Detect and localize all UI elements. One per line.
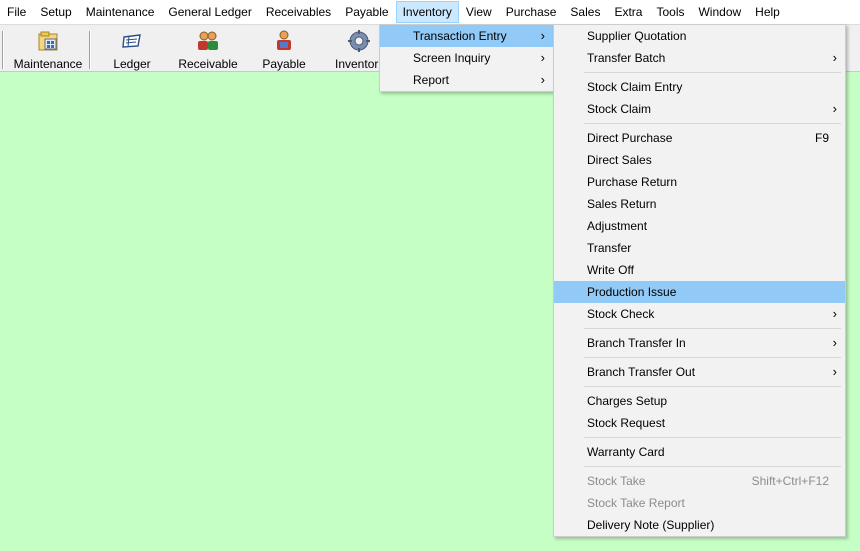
- receivable-icon: [198, 31, 218, 50]
- menu-item-label: Supplier Quotation: [587, 29, 687, 43]
- menu-view[interactable]: View: [459, 1, 499, 23]
- menu-separator: [554, 325, 845, 332]
- inventory-gear-icon: [348, 30, 370, 52]
- menu-bar: File Setup Maintenance General Ledger Re…: [0, 0, 860, 24]
- menu-item-shortcut: F9: [814, 131, 829, 145]
- toolbar-ledger-button[interactable]: Ledger: [100, 29, 164, 71]
- menu-item-write-off[interactable]: Write Off: [554, 259, 845, 281]
- menu-item-label: Delivery Note (Supplier): [587, 518, 715, 532]
- menu-item-shortcut: Shift+Ctrl+F12: [751, 474, 829, 488]
- menu-item-screen-inquiry[interactable]: Screen Inquiry ›: [380, 47, 553, 69]
- menu-inventory[interactable]: Inventory: [395, 1, 459, 23]
- menu-item-label: Transaction Entry: [413, 29, 507, 43]
- menu-item-stock-request[interactable]: Stock Request: [554, 412, 845, 434]
- menu-separator: [554, 434, 845, 441]
- menu-item-adjustment[interactable]: Adjustment: [554, 215, 845, 237]
- menu-item-label: Transfer: [587, 241, 632, 255]
- menu-item-label: Stock Request: [587, 416, 666, 430]
- transaction-entry-submenu: Supplier Quotation Transfer Batch › Stoc…: [553, 24, 846, 537]
- menu-window[interactable]: Window: [691, 1, 748, 23]
- toolbar-receivable-button[interactable]: Receivable: [174, 29, 242, 71]
- menu-item-label: Write Off: [587, 263, 634, 277]
- menu-item-label: Sales Return: [587, 197, 657, 211]
- menu-item-label: Direct Purchase: [587, 131, 673, 145]
- menu-separator: [554, 383, 845, 390]
- chevron-right-icon: ›: [832, 364, 837, 379]
- menu-item-production-issue[interactable]: Production Issue: [554, 281, 845, 303]
- menu-item-label: Production Issue: [587, 285, 677, 299]
- menu-separator: [554, 69, 845, 76]
- toolbar-payable-button[interactable]: Payable: [254, 29, 314, 71]
- menu-item-transaction-entry[interactable]: Transaction Entry ›: [380, 25, 553, 47]
- menu-item-branch-transfer-out[interactable]: Branch Transfer Out ›: [554, 361, 845, 383]
- menu-item-label: Warranty Card: [587, 445, 665, 459]
- toolbar-maintenance-label: Maintenance: [13, 57, 83, 71]
- menu-item-purchase-return[interactable]: Purchase Return: [554, 171, 845, 193]
- toolbar-grip[interactable]: [2, 31, 4, 69]
- menu-item-stock-take-report: Stock Take Report: [554, 492, 845, 514]
- menu-general-ledger[interactable]: General Ledger: [161, 1, 258, 23]
- toolbar-ledger-label: Ledger: [113, 57, 151, 71]
- menu-item-label: Stock Take: [587, 474, 646, 488]
- menu-tools[interactable]: Tools: [649, 1, 691, 23]
- menu-item-direct-purchase[interactable]: Direct Purchase F9: [554, 127, 845, 149]
- menu-item-label: Stock Claim: [587, 102, 652, 116]
- menu-maintenance[interactable]: Maintenance: [79, 1, 162, 23]
- menu-item-warranty-card[interactable]: Warranty Card: [554, 441, 845, 463]
- menu-item-branch-transfer-in[interactable]: Branch Transfer In ›: [554, 332, 845, 354]
- menu-extra[interactable]: Extra: [607, 1, 649, 23]
- toolbar-receivable-label: Receivable: [178, 57, 238, 71]
- menu-item-label: Screen Inquiry: [413, 51, 491, 65]
- menu-item-label: Branch Transfer In: [587, 336, 686, 350]
- toolbar-inventory-button[interactable]: Inventor: [330, 29, 380, 71]
- maintenance-icon: [38, 31, 58, 51]
- toolbar-inventory-label: Inventor: [335, 57, 379, 71]
- menu-item-label: Charges Setup: [587, 394, 668, 408]
- menu-separator: [554, 354, 845, 361]
- menu-item-stock-check[interactable]: Stock Check ›: [554, 303, 845, 325]
- menu-payable[interactable]: Payable: [338, 1, 395, 23]
- menu-item-label: Transfer Batch: [587, 51, 666, 65]
- menu-item-charges-setup[interactable]: Charges Setup: [554, 390, 845, 412]
- chevron-right-icon: ›: [540, 50, 545, 65]
- menu-item-stock-take: Stock Take Shift+Ctrl+F12: [554, 470, 845, 492]
- menu-item-label: Branch Transfer Out: [587, 365, 696, 379]
- menu-item-sales-return[interactable]: Sales Return: [554, 193, 845, 215]
- chevron-right-icon: ›: [540, 28, 545, 43]
- chevron-right-icon: ›: [832, 335, 837, 350]
- menu-sales[interactable]: Sales: [563, 1, 607, 23]
- menu-item-label: Direct Sales: [587, 153, 652, 167]
- menu-item-report[interactable]: Report ›: [380, 69, 553, 91]
- chevron-right-icon: ›: [540, 72, 545, 87]
- menu-item-supplier-quotation[interactable]: Supplier Quotation: [554, 25, 845, 47]
- menu-item-direct-sales[interactable]: Direct Sales: [554, 149, 845, 171]
- menu-item-delivery-note-supplier[interactable]: Delivery Note (Supplier): [554, 514, 845, 536]
- menu-file[interactable]: File: [0, 1, 33, 23]
- menu-setup[interactable]: Setup: [33, 1, 78, 23]
- chevron-right-icon: ›: [832, 306, 837, 321]
- menu-separator: [554, 463, 845, 470]
- payable-icon: [277, 30, 291, 50]
- toolbar-payable-label: Payable: [262, 57, 306, 71]
- menu-item-transfer-batch[interactable]: Transfer Batch ›: [554, 47, 845, 69]
- menu-item-label: Adjustment: [587, 219, 648, 233]
- menu-item-label: Purchase Return: [587, 175, 678, 189]
- menu-item-label: Stock Check: [587, 307, 655, 321]
- menu-purchase[interactable]: Purchase: [499, 1, 564, 23]
- menu-receivables[interactable]: Receivables: [259, 1, 338, 23]
- menu-separator: [554, 120, 845, 127]
- menu-item-stock-claim-entry[interactable]: Stock Claim Entry: [554, 76, 845, 98]
- ledger-icon: [122, 34, 141, 48]
- chevron-right-icon: ›: [832, 50, 837, 65]
- menu-item-label: Report: [413, 73, 450, 87]
- menu-help[interactable]: Help: [748, 1, 787, 23]
- menu-item-label: Stock Claim Entry: [587, 80, 683, 94]
- chevron-right-icon: ›: [832, 101, 837, 116]
- toolbar-separator: [89, 31, 91, 69]
- toolbar-maintenance-button[interactable]: Maintenance: [12, 29, 84, 71]
- menu-item-transfer[interactable]: Transfer: [554, 237, 845, 259]
- menu-item-label: Stock Take Report: [587, 496, 685, 510]
- inventory-menu: Transaction Entry › Screen Inquiry › Rep…: [379, 24, 554, 92]
- menu-item-stock-claim[interactable]: Stock Claim ›: [554, 98, 845, 120]
